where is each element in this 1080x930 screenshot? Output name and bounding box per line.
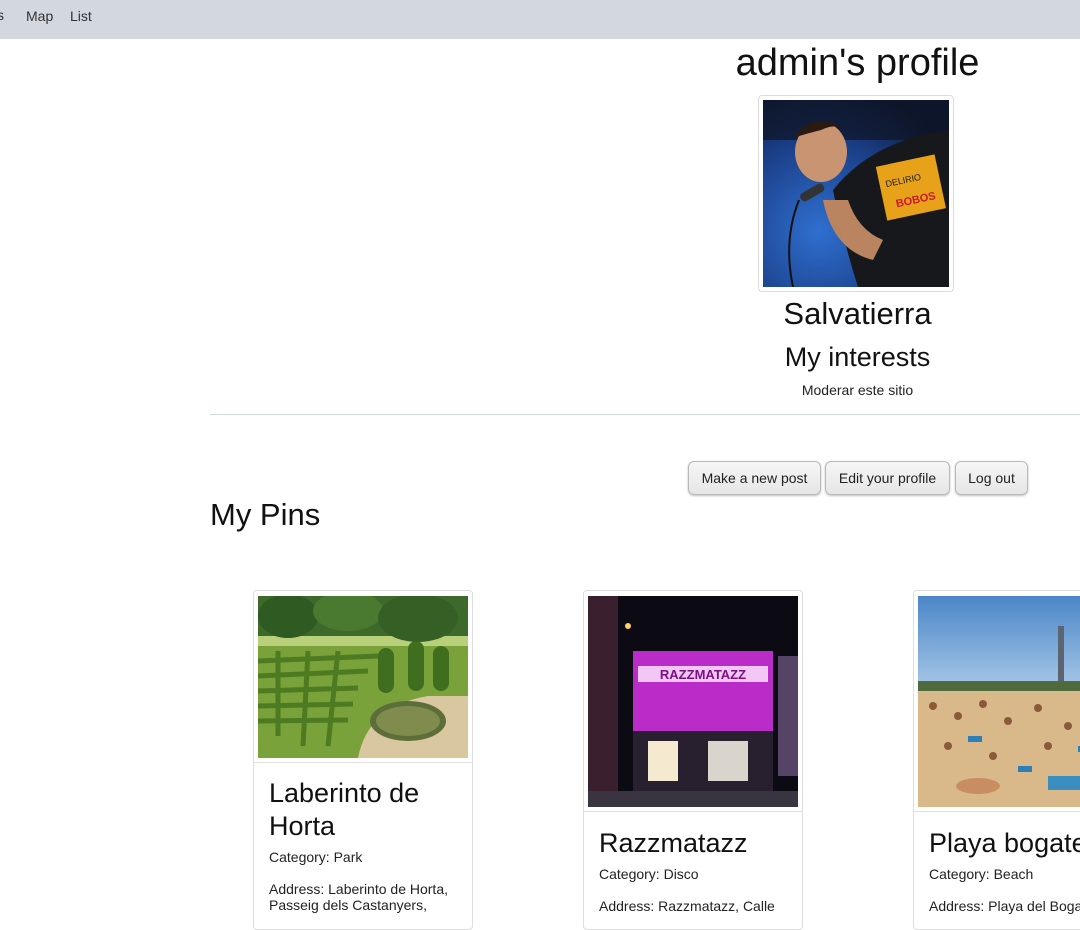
logout-button[interactable]: Log out — [955, 461, 1028, 495]
divider — [210, 414, 1080, 415]
pin-image-frame — [254, 591, 472, 763]
pin-title[interactable]: Razzmatazz — [599, 827, 792, 860]
pin-address: Address: Razzmatazz, Calle — [599, 898, 775, 914]
interests-heading: My interests — [784, 342, 931, 372]
pin-title[interactable]: Laberinto de Horta — [269, 777, 462, 843]
pin-address: Address: Playa del Bogatell — [929, 898, 1080, 914]
pin-category: Category: Disco — [599, 866, 699, 882]
pin-image-labyrinth[interactable] — [258, 596, 468, 758]
profile-title: admin's profile — [735, 42, 980, 84]
pin-image-beach[interactable] — [918, 596, 1080, 807]
avatar-image: DELIRIO BOBOS — [763, 100, 949, 287]
interests-text: Moderar este sitio — [801, 382, 914, 398]
pin-card[interactable]: Laberinto de Horta Category: Park Addres… — [253, 590, 473, 930]
pin-body: Razzmatazz Category: Disco Address: Razz… — [599, 827, 792, 929]
pin-card[interactable]: RAZZMATAZZ Razzmatazz Category: Disco Ad… — [583, 590, 803, 930]
new-post-button[interactable]: Make a new post — [688, 461, 821, 495]
pin-title[interactable]: Playa bogatell — [929, 827, 1080, 860]
nav-link-map[interactable]: Map — [26, 8, 53, 24]
pin-category: Category: Park — [269, 849, 363, 865]
brand-link[interactable]: s — [0, 7, 4, 23]
nav-link-list[interactable]: List — [70, 8, 92, 24]
profile-name: Salvatierra — [783, 296, 932, 331]
pin-category: Category: Beach — [929, 866, 1034, 882]
edit-profile-button[interactable]: Edit your profile — [825, 461, 950, 495]
pin-address: Address: Laberinto de Horta, Passeig del… — [269, 881, 448, 913]
navbar: s Map List — [0, 0, 1080, 39]
avatar: DELIRIO BOBOS — [758, 95, 954, 292]
pin-body: Laberinto de Horta Category: Park Addres… — [269, 777, 462, 929]
venue-sign: RAZZMATAZZ — [660, 667, 746, 682]
pin-image-frame — [914, 591, 1080, 812]
pin-image-frame: RAZZMATAZZ — [584, 591, 802, 812]
pin-image-razzmatazz[interactable]: RAZZMATAZZ — [588, 596, 798, 807]
pin-card[interactable]: Playa bogatell Category: Beach Address: … — [913, 590, 1080, 930]
pins-heading: My Pins — [210, 497, 321, 532]
pin-body: Playa bogatell Category: Beach Address: … — [929, 827, 1080, 929]
